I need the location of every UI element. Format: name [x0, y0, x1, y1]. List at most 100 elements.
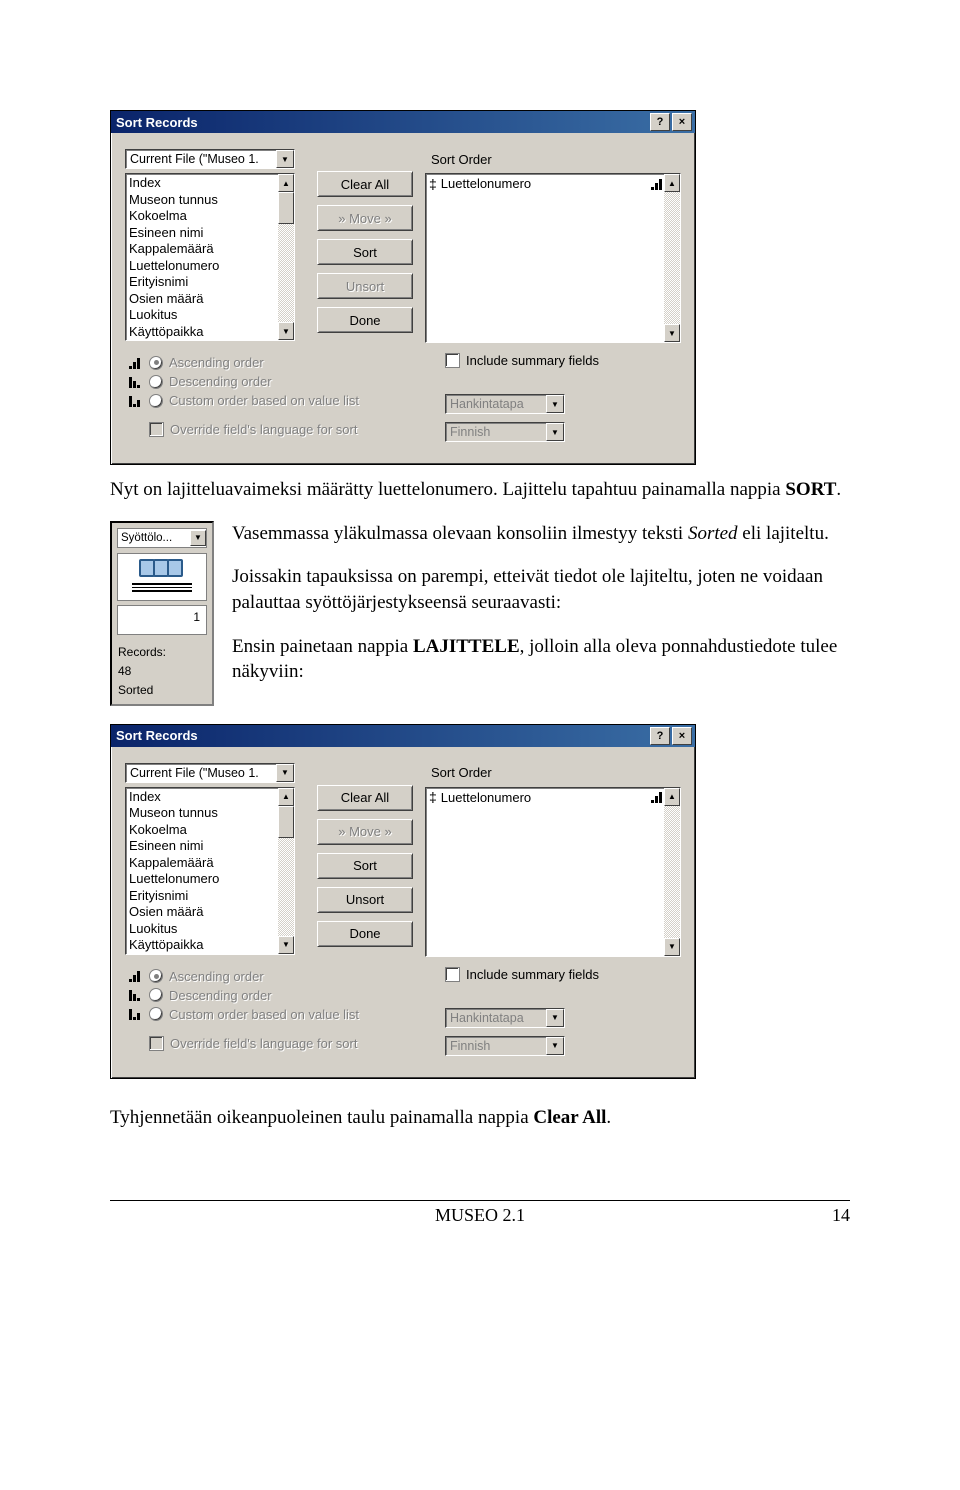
- list-item[interactable]: Index: [129, 175, 278, 192]
- checkbox[interactable]: [445, 353, 460, 368]
- custom-option[interactable]: Custom order based on value list: [125, 391, 437, 410]
- page-number: 14: [832, 1205, 850, 1226]
- descending-option[interactable]: Descending order: [125, 372, 437, 391]
- move-button[interactable]: » Move »: [317, 819, 413, 845]
- list-item[interactable]: Index: [129, 789, 278, 806]
- list-item[interactable]: Osien määrä: [129, 904, 278, 921]
- list-item[interactable]: Kappalemäärä: [129, 241, 278, 258]
- page-number: 1: [117, 605, 207, 635]
- custom-icon: [129, 395, 143, 407]
- titlebar: Sort Records ? ×: [111, 725, 695, 747]
- list-item[interactable]: Museon tunnus: [129, 192, 278, 209]
- sort-order-item[interactable]: ‡ Luettelonumero: [429, 175, 664, 192]
- scroll-up-icon[interactable]: ▲: [278, 174, 294, 192]
- list-item[interactable]: Osien määrä: [129, 291, 278, 308]
- list-item[interactable]: Käyttöpaikka: [129, 324, 278, 341]
- scroll-up-icon[interactable]: ▲: [664, 174, 680, 192]
- radio[interactable]: [149, 969, 163, 983]
- override-option[interactable]: Override field's language for sort: [125, 420, 437, 439]
- sort-order-listbox[interactable]: ‡ Luettelonumero ▲ ▼: [425, 787, 681, 957]
- clear-all-button[interactable]: Clear All: [317, 171, 413, 197]
- paragraph-3: Joissakin tapauksissa on parempi, etteiv…: [232, 564, 850, 615]
- radio[interactable]: [149, 394, 163, 408]
- scrollbar[interactable]: ▲ ▼: [278, 788, 294, 954]
- source-combo[interactable]: Current File ("Museo 1. ▼: [125, 763, 295, 783]
- list-item[interactable]: Kappalemäärä: [129, 855, 278, 872]
- sort-order-item[interactable]: ‡ Luettelonumero: [429, 789, 664, 806]
- list-item[interactable]: Museon tunnus: [129, 805, 278, 822]
- radio[interactable]: [149, 356, 163, 370]
- sort-button[interactable]: Sort: [317, 239, 413, 265]
- list-item[interactable]: Luokitus: [129, 307, 278, 324]
- done-button[interactable]: Done: [317, 921, 413, 947]
- source-combo[interactable]: Current File ("Museo 1. ▼: [125, 149, 295, 169]
- list-item[interactable]: Esineen nimi: [129, 225, 278, 242]
- include-summary-option[interactable]: Include summary fields: [437, 967, 681, 982]
- ascending-option[interactable]: Ascending order: [125, 967, 437, 986]
- radio[interactable]: [149, 988, 163, 1002]
- valuelist-combo: Hankintatapa ▼: [445, 394, 565, 414]
- list-item[interactable]: Luokitus: [129, 921, 278, 938]
- updown-icon: ‡: [429, 790, 437, 804]
- chevron-down-icon: ▼: [546, 1009, 564, 1027]
- list-item[interactable]: Kokoelma: [129, 208, 278, 225]
- close-button[interactable]: ×: [672, 113, 692, 131]
- radio[interactable]: [149, 1007, 163, 1021]
- help-button[interactable]: ?: [650, 727, 670, 745]
- language-combo: Finnish ▼: [445, 422, 565, 442]
- page-footer: MUSEO 2.1 14: [110, 1200, 850, 1226]
- list-item[interactable]: Kokoelma: [129, 822, 278, 839]
- sort-records-dialog-1: Sort Records ? × Current File ("Museo 1.…: [110, 110, 696, 465]
- custom-option[interactable]: Custom order based on value list: [125, 1005, 437, 1024]
- chevron-down-icon[interactable]: ▼: [276, 150, 294, 168]
- scrollbar[interactable]: ▲ ▼: [664, 788, 680, 956]
- book-icon[interactable]: [117, 553, 207, 601]
- list-item[interactable]: Erityisnimi: [129, 888, 278, 905]
- mode-combo[interactable]: Syöttölo... ▼: [117, 528, 207, 548]
- paragraph-4: Ensin painetaan nappia LAJITTELE, jolloi…: [232, 634, 850, 685]
- chevron-down-icon[interactable]: ▼: [276, 764, 294, 782]
- list-item[interactable]: Luettelonumero: [129, 258, 278, 275]
- descending-option[interactable]: Descending order: [125, 986, 437, 1005]
- checkbox[interactable]: [149, 1036, 164, 1051]
- list-item[interactable]: Käyttöpaikka: [129, 937, 278, 954]
- scroll-down-icon[interactable]: ▼: [664, 938, 680, 956]
- side-panel: Syöttölo... ▼ 1 Records: 48 Sorted: [110, 521, 214, 706]
- sort-order-label: Sort Order: [425, 763, 681, 783]
- override-option[interactable]: Override field's language for sort: [125, 1034, 437, 1053]
- scroll-down-icon[interactable]: ▼: [664, 324, 680, 342]
- unsort-button[interactable]: Unsort: [317, 887, 413, 913]
- list-item[interactable]: Erityisnimi: [129, 274, 278, 291]
- checkbox[interactable]: [149, 422, 164, 437]
- ascending-icon: [651, 178, 662, 190]
- fields-listbox[interactable]: Index Museon tunnus Kokoelma Esineen nim…: [125, 173, 295, 341]
- ascending-option[interactable]: Ascending order: [125, 353, 437, 372]
- radio[interactable]: [149, 375, 163, 389]
- list-item[interactable]: Esineen nimi: [129, 838, 278, 855]
- sort-order-listbox[interactable]: ‡ Luettelonumero ▲ ▼: [425, 173, 681, 343]
- scroll-up-icon[interactable]: ▲: [664, 788, 680, 806]
- move-button[interactable]: » Move »: [317, 205, 413, 231]
- scrollbar[interactable]: ▲ ▼: [278, 174, 294, 340]
- list-item[interactable]: Luettelonumero: [129, 871, 278, 888]
- scrollbar[interactable]: ▲ ▼: [664, 174, 680, 342]
- include-summary-option[interactable]: Include summary fields: [437, 353, 681, 368]
- sort-button[interactable]: Sort: [317, 853, 413, 879]
- fields-listbox[interactable]: Index Museon tunnus Kokoelma Esineen nim…: [125, 787, 295, 955]
- close-button[interactable]: ×: [672, 727, 692, 745]
- help-button[interactable]: ?: [650, 113, 670, 131]
- scroll-down-icon[interactable]: ▼: [278, 936, 294, 954]
- checkbox[interactable]: [445, 967, 460, 982]
- scroll-down-icon[interactable]: ▼: [278, 322, 294, 340]
- ascending-icon: [129, 357, 143, 369]
- chevron-down-icon[interactable]: ▼: [190, 530, 206, 546]
- done-button[interactable]: Done: [317, 307, 413, 333]
- language-combo: Finnish ▼: [445, 1036, 565, 1056]
- unsort-button[interactable]: Unsort: [317, 273, 413, 299]
- scroll-up-icon[interactable]: ▲: [278, 788, 294, 806]
- descending-icon: [129, 989, 143, 1001]
- chevron-down-icon: ▼: [546, 1037, 564, 1055]
- sort-status: Sorted: [112, 681, 212, 704]
- paragraph-2: Vasemmassa yläkulmassa olevaan konsoliin…: [232, 521, 850, 547]
- clear-all-button[interactable]: Clear All: [317, 785, 413, 811]
